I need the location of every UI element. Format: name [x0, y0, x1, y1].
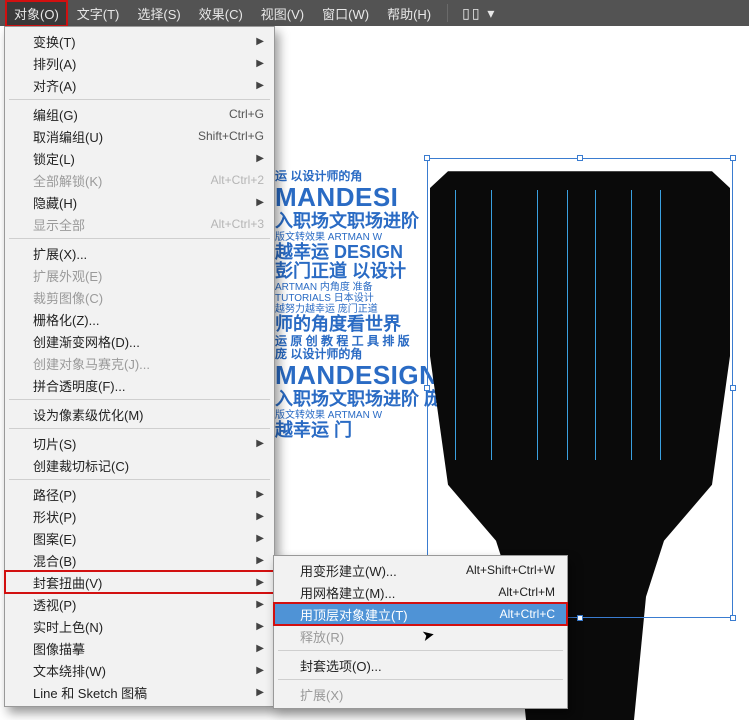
menu-item[interactable]: Line 和 Sketch 图稿▶: [5, 681, 274, 703]
menu-item[interactable]: 路径(P)▶: [5, 483, 274, 505]
chevron-right-icon: ▶: [256, 665, 264, 676]
menu-item[interactable]: 图像描摹▶: [5, 637, 274, 659]
menu-item[interactable]: 取消编组(U)Shift+Ctrl+G: [5, 125, 274, 147]
menu-item[interactable]: 实时上色(N)▶: [5, 615, 274, 637]
menu-item[interactable]: 文本绕排(W)▶: [5, 659, 274, 681]
menu-item[interactable]: 图案(E)▶: [5, 527, 274, 549]
menu-item[interactable]: 创建裁切标记(C): [5, 454, 274, 476]
menu-item[interactable]: 对齐(A)▶: [5, 74, 274, 96]
chevron-right-icon: ▶: [256, 438, 264, 449]
menu-item-window[interactable]: 窗口(W): [314, 1, 377, 26]
smart-guide: [537, 190, 538, 460]
menu-item: 全部解锁(K)Alt+Ctrl+2: [5, 169, 274, 191]
submenu-item[interactable]: 用变形建立(W)...Alt+Shift+Ctrl+W: [274, 559, 567, 581]
chevron-right-icon: ▶: [256, 687, 264, 698]
menu-item[interactable]: 混合(B)▶: [5, 549, 274, 571]
menu-item[interactable]: 排列(A)▶: [5, 52, 274, 74]
toolbar-layout-icon[interactable]: ▯▯ ▾: [456, 5, 502, 22]
chevron-right-icon: ▶: [256, 599, 264, 610]
handle-tr[interactable]: [730, 155, 736, 161]
chevron-right-icon: ▶: [256, 58, 264, 69]
chevron-right-icon: ▶: [256, 577, 264, 588]
menu-item[interactable]: 栅格化(Z)...: [5, 308, 274, 330]
menu-item-text[interactable]: 文字(T): [69, 1, 128, 26]
chevron-right-icon: ▶: [256, 511, 264, 522]
selection-bounding-box[interactable]: [427, 158, 733, 618]
handle-tl[interactable]: [424, 155, 430, 161]
handle-ml[interactable]: [424, 385, 430, 391]
smart-guide: [660, 190, 661, 460]
smart-guide: [631, 190, 632, 460]
menubar-separator: [447, 4, 448, 22]
menu-item[interactable]: 封套扭曲(V)▶: [5, 571, 274, 593]
chevron-right-icon: ▶: [256, 197, 264, 208]
menu-item[interactable]: 透视(P)▶: [5, 593, 274, 615]
menu-item[interactable]: 创建渐变网格(D)...: [5, 330, 274, 352]
menu-item[interactable]: 隐藏(H)▶: [5, 191, 274, 213]
menu-item-select[interactable]: 选择(S): [129, 1, 188, 26]
handle-br[interactable]: [730, 615, 736, 621]
handle-mr[interactable]: [730, 385, 736, 391]
menu-item[interactable]: 扩展(X)...: [5, 242, 274, 264]
smart-guide: [491, 190, 492, 460]
chevron-right-icon: ▶: [256, 643, 264, 654]
handle-tm[interactable]: [577, 155, 583, 161]
menu-item: 裁剪图像(C): [5, 286, 274, 308]
menu-item-object[interactable]: 对象(O): [6, 1, 67, 26]
menu-item[interactable]: 形状(P)▶: [5, 505, 274, 527]
submenu-item[interactable]: 封套选项(O)...: [274, 654, 567, 676]
handle-bm[interactable]: [577, 615, 583, 621]
menu-item[interactable]: 设为像素级优化(M): [5, 403, 274, 425]
menu-item-effect[interactable]: 效果(C): [191, 1, 251, 26]
chevron-right-icon: ▶: [256, 80, 264, 91]
chevron-right-icon: ▶: [256, 621, 264, 632]
menu-item[interactable]: 编组(G)Ctrl+G: [5, 103, 274, 125]
smart-guide: [595, 190, 596, 460]
chevron-right-icon: ▶: [256, 533, 264, 544]
menu-item-view[interactable]: 视图(V): [253, 1, 312, 26]
chevron-right-icon: ▶: [256, 489, 264, 500]
submenu-item[interactable]: 用顶层对象建立(T)Alt+Ctrl+C: [274, 603, 567, 625]
chevron-right-icon: ▶: [256, 153, 264, 164]
menu-item[interactable]: 锁定(L)▶: [5, 147, 274, 169]
menubar: 对象(O) 文字(T) 选择(S) 效果(C) 视图(V) 窗口(W) 帮助(H…: [0, 0, 749, 26]
smart-guide: [455, 190, 456, 460]
menu-item-help[interactable]: 帮助(H): [379, 1, 439, 26]
submenu-item[interactable]: 用网格建立(M)...Alt+Ctrl+M: [274, 581, 567, 603]
chevron-right-icon: ▶: [256, 555, 264, 566]
object-menu-dropdown: 变换(T)▶排列(A)▶对齐(A)▶ 编组(G)Ctrl+G取消编组(U)Shif…: [4, 26, 275, 707]
chevron-right-icon: ▶: [256, 36, 264, 47]
menu-item[interactable]: 变换(T)▶: [5, 30, 274, 52]
smart-guide: [567, 190, 568, 460]
menu-item[interactable]: 切片(S)▶: [5, 432, 274, 454]
menu-item: 扩展外观(E): [5, 264, 274, 286]
menu-item: 显示全部Alt+Ctrl+3: [5, 213, 274, 235]
menu-item[interactable]: 拼合透明度(F)...: [5, 374, 274, 396]
submenu-item: 扩展(X): [274, 683, 567, 705]
menu-item: 创建对象马赛克(J)...: [5, 352, 274, 374]
